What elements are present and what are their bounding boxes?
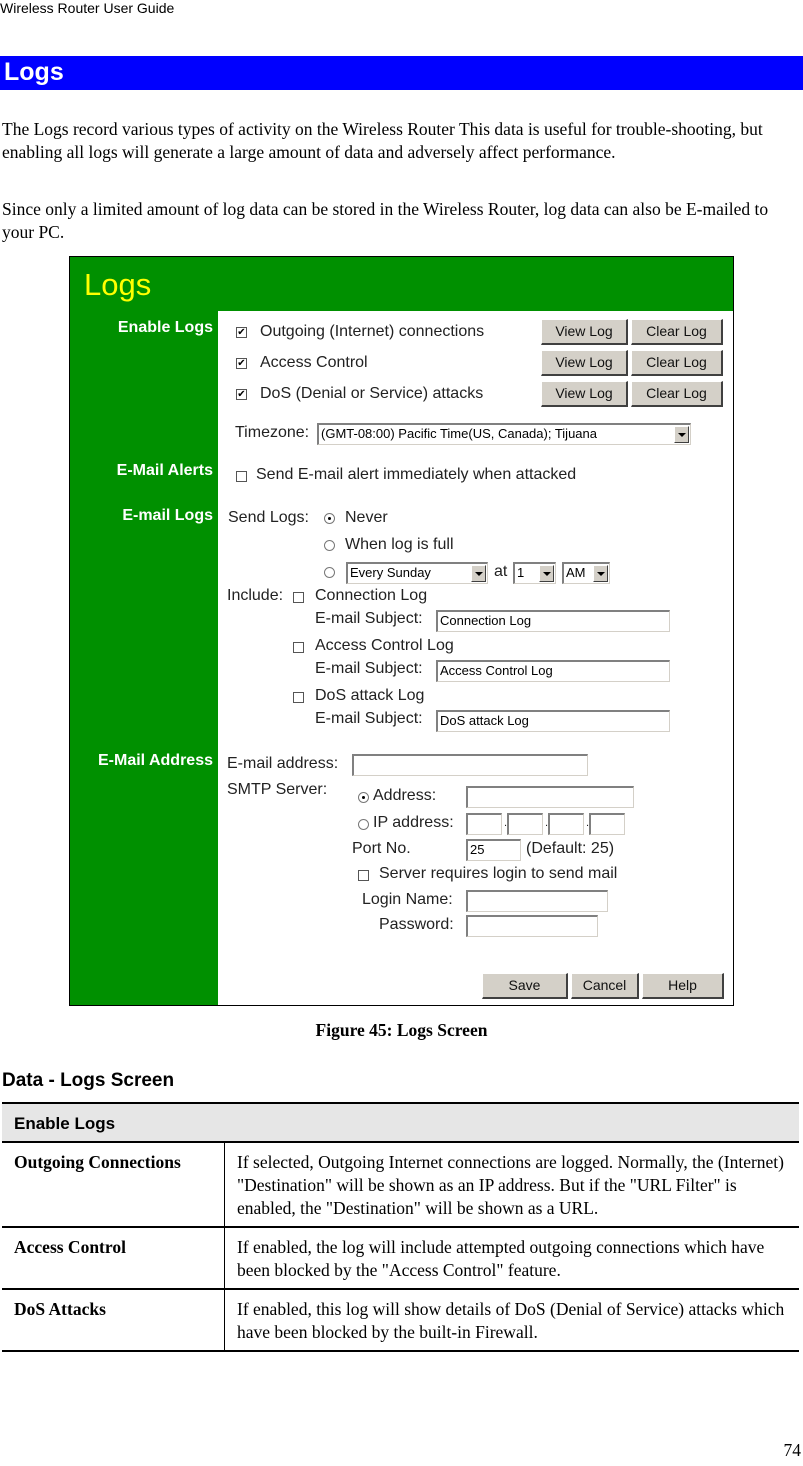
schedule-hour-select[interactable]: 1 [513, 562, 556, 584]
smtp-address-radio[interactable] [358, 792, 369, 803]
table-key: Access Control [2, 1226, 225, 1290]
include-access-label: Access Control Log [315, 637, 454, 654]
outgoing-connections-checkbox[interactable]: ✔ [236, 327, 247, 338]
send-never-label: Never [345, 509, 388, 526]
settings-panel: ✔ Outgoing (Internet) connections View L… [218, 311, 733, 1005]
data-heading: Data - Logs Screen [2, 1070, 175, 1091]
screen-title: Logs [84, 267, 152, 302]
timezone-select[interactable]: (GMT-08:00) Pacific Time(US, Canada); Ti… [317, 423, 691, 445]
email-alert-label: Send E-mail alert immediately when attac… [256, 466, 577, 483]
smtp-ip-octet-2[interactable] [507, 813, 543, 835]
at-label: at [494, 563, 508, 580]
smtp-ip-label: IP address: [373, 814, 454, 831]
port-label: Port No. [352, 840, 411, 857]
access-subject-label: E-mail Subject: [315, 660, 423, 677]
connection-subject-label: E-mail Subject: [315, 610, 423, 627]
table-key: Outgoing Connections [2, 1141, 225, 1228]
running-header: Wireless Router User Guide [0, 0, 175, 16]
table-section-row: Enable Logs [2, 1102, 799, 1143]
send-when-full-radio[interactable] [324, 540, 335, 551]
include-connection-checkbox[interactable] [293, 592, 304, 603]
email-address-input[interactable] [352, 754, 588, 776]
table-key: DoS Attacks [2, 1288, 225, 1352]
clear-log-access-button[interactable]: Clear Log [631, 350, 723, 376]
include-access-checkbox[interactable] [293, 642, 304, 653]
connection-subject-input[interactable]: Connection Log [436, 610, 670, 632]
chevron-down-icon [471, 565, 486, 582]
login-name-label: Login Name: [362, 891, 453, 908]
side-label-email-address: E-Mail Address [98, 752, 213, 769]
port-input[interactable]: 25 [466, 839, 521, 861]
include-dos-label: DoS attack Log [315, 687, 425, 704]
table-section-title: Enable Logs [2, 1102, 799, 1143]
side-label-enable-logs: Enable Logs [117, 319, 213, 336]
smtp-address-input[interactable] [466, 786, 634, 808]
cancel-button[interactable]: Cancel [571, 973, 639, 999]
schedule-day-select[interactable]: Every Sunday [346, 562, 488, 584]
schedule-ampm-value: AM [566, 565, 586, 580]
login-name-input[interactable] [466, 890, 608, 912]
send-when-full-label: When log is full [345, 536, 454, 553]
smtp-ip-octet-3[interactable] [548, 813, 584, 835]
save-button[interactable]: Save [482, 973, 568, 999]
include-dos-checkbox[interactable] [293, 692, 304, 703]
password-input[interactable] [466, 915, 598, 937]
chevron-down-icon [674, 426, 689, 443]
table-value: If enabled, the log will include attempt… [224, 1226, 799, 1290]
page-number: 74 [783, 1440, 802, 1460]
table-row: Access Control If enabled, the log will … [2, 1226, 799, 1290]
dos-attacks-checkbox[interactable]: ✔ [236, 389, 247, 400]
smtp-address-label: Address: [373, 787, 437, 804]
clear-log-outgoing-button[interactable]: Clear Log [631, 319, 723, 345]
access-control-label: Access Control [260, 354, 368, 371]
intro-paragraph-2: Since only a limited amount of log data … [2, 199, 769, 242]
view-log-access-button[interactable]: View Log [541, 350, 628, 376]
timezone-label: Timezone: [235, 424, 310, 441]
dos-subject-input[interactable]: DoS attack Log [436, 710, 670, 732]
login-required-label: Server requires login to send mail [379, 865, 618, 882]
side-label-email-logs: E-mail Logs [122, 507, 213, 524]
figure-caption: Figure 45: Logs Screen [315, 1020, 488, 1040]
schedule-ampm-select[interactable]: AM [562, 562, 610, 584]
section-title: Logs [4, 58, 64, 86]
timezone-value: (GMT-08:00) Pacific Time(US, Canada); Ti… [321, 426, 597, 441]
send-scheduled-radio[interactable] [324, 567, 335, 578]
view-log-outgoing-button[interactable]: View Log [541, 319, 628, 345]
dos-subject-label: E-mail Subject: [315, 710, 423, 727]
outgoing-connections-label: Outgoing (Internet) connections [260, 323, 485, 340]
port-default-note: (Default: 25) [526, 840, 615, 857]
table-value: If enabled, this log will show details o… [224, 1288, 799, 1352]
send-never-radio[interactable] [324, 513, 335, 524]
smtp-ip-octet-1[interactable] [466, 813, 502, 835]
login-required-checkbox[interactable] [358, 870, 369, 881]
data-table: Enable Logs Outgoing Connections If sele… [2, 1102, 799, 1352]
schedule-day-value: Every Sunday [350, 565, 431, 580]
side-label-email-alerts: E-Mail Alerts [116, 462, 213, 479]
dos-attacks-label: DoS (Denial or Service) attacks [260, 385, 484, 402]
chevron-down-icon [593, 565, 608, 582]
chevron-down-icon [539, 565, 554, 582]
schedule-hour-value: 1 [517, 565, 525, 580]
table-row: Outgoing Connections If selected, Outgoi… [2, 1141, 799, 1228]
password-label: Password: [379, 916, 454, 933]
send-logs-label: Send Logs: [228, 509, 309, 526]
smtp-server-label: SMTP Server: [227, 781, 328, 798]
table-row: DoS Attacks If enabled, this log will sh… [2, 1288, 799, 1352]
smtp-ip-radio[interactable] [358, 819, 369, 830]
smtp-ip-octet-4[interactable] [589, 813, 625, 835]
email-address-label: E-mail address: [227, 755, 339, 772]
include-connection-label: Connection Log [315, 587, 428, 604]
table-value: If selected, Outgoing Internet connectio… [224, 1141, 799, 1228]
section-banner: Logs [0, 56, 803, 90]
access-subject-input[interactable]: Access Control Log [436, 660, 670, 682]
email-alert-checkbox[interactable] [236, 471, 247, 482]
help-button[interactable]: Help [642, 973, 724, 999]
intro-paragraph-1: The Logs record various types of activit… [2, 119, 763, 162]
view-log-dos-button[interactable]: View Log [541, 381, 628, 407]
access-control-checkbox[interactable]: ✔ [236, 358, 247, 369]
logs-screen-figure: Logs Enable Logs E-Mail Alerts E-mail Lo… [69, 256, 734, 1006]
clear-log-dos-button[interactable]: Clear Log [631, 381, 723, 407]
include-label: Include: [227, 587, 284, 604]
